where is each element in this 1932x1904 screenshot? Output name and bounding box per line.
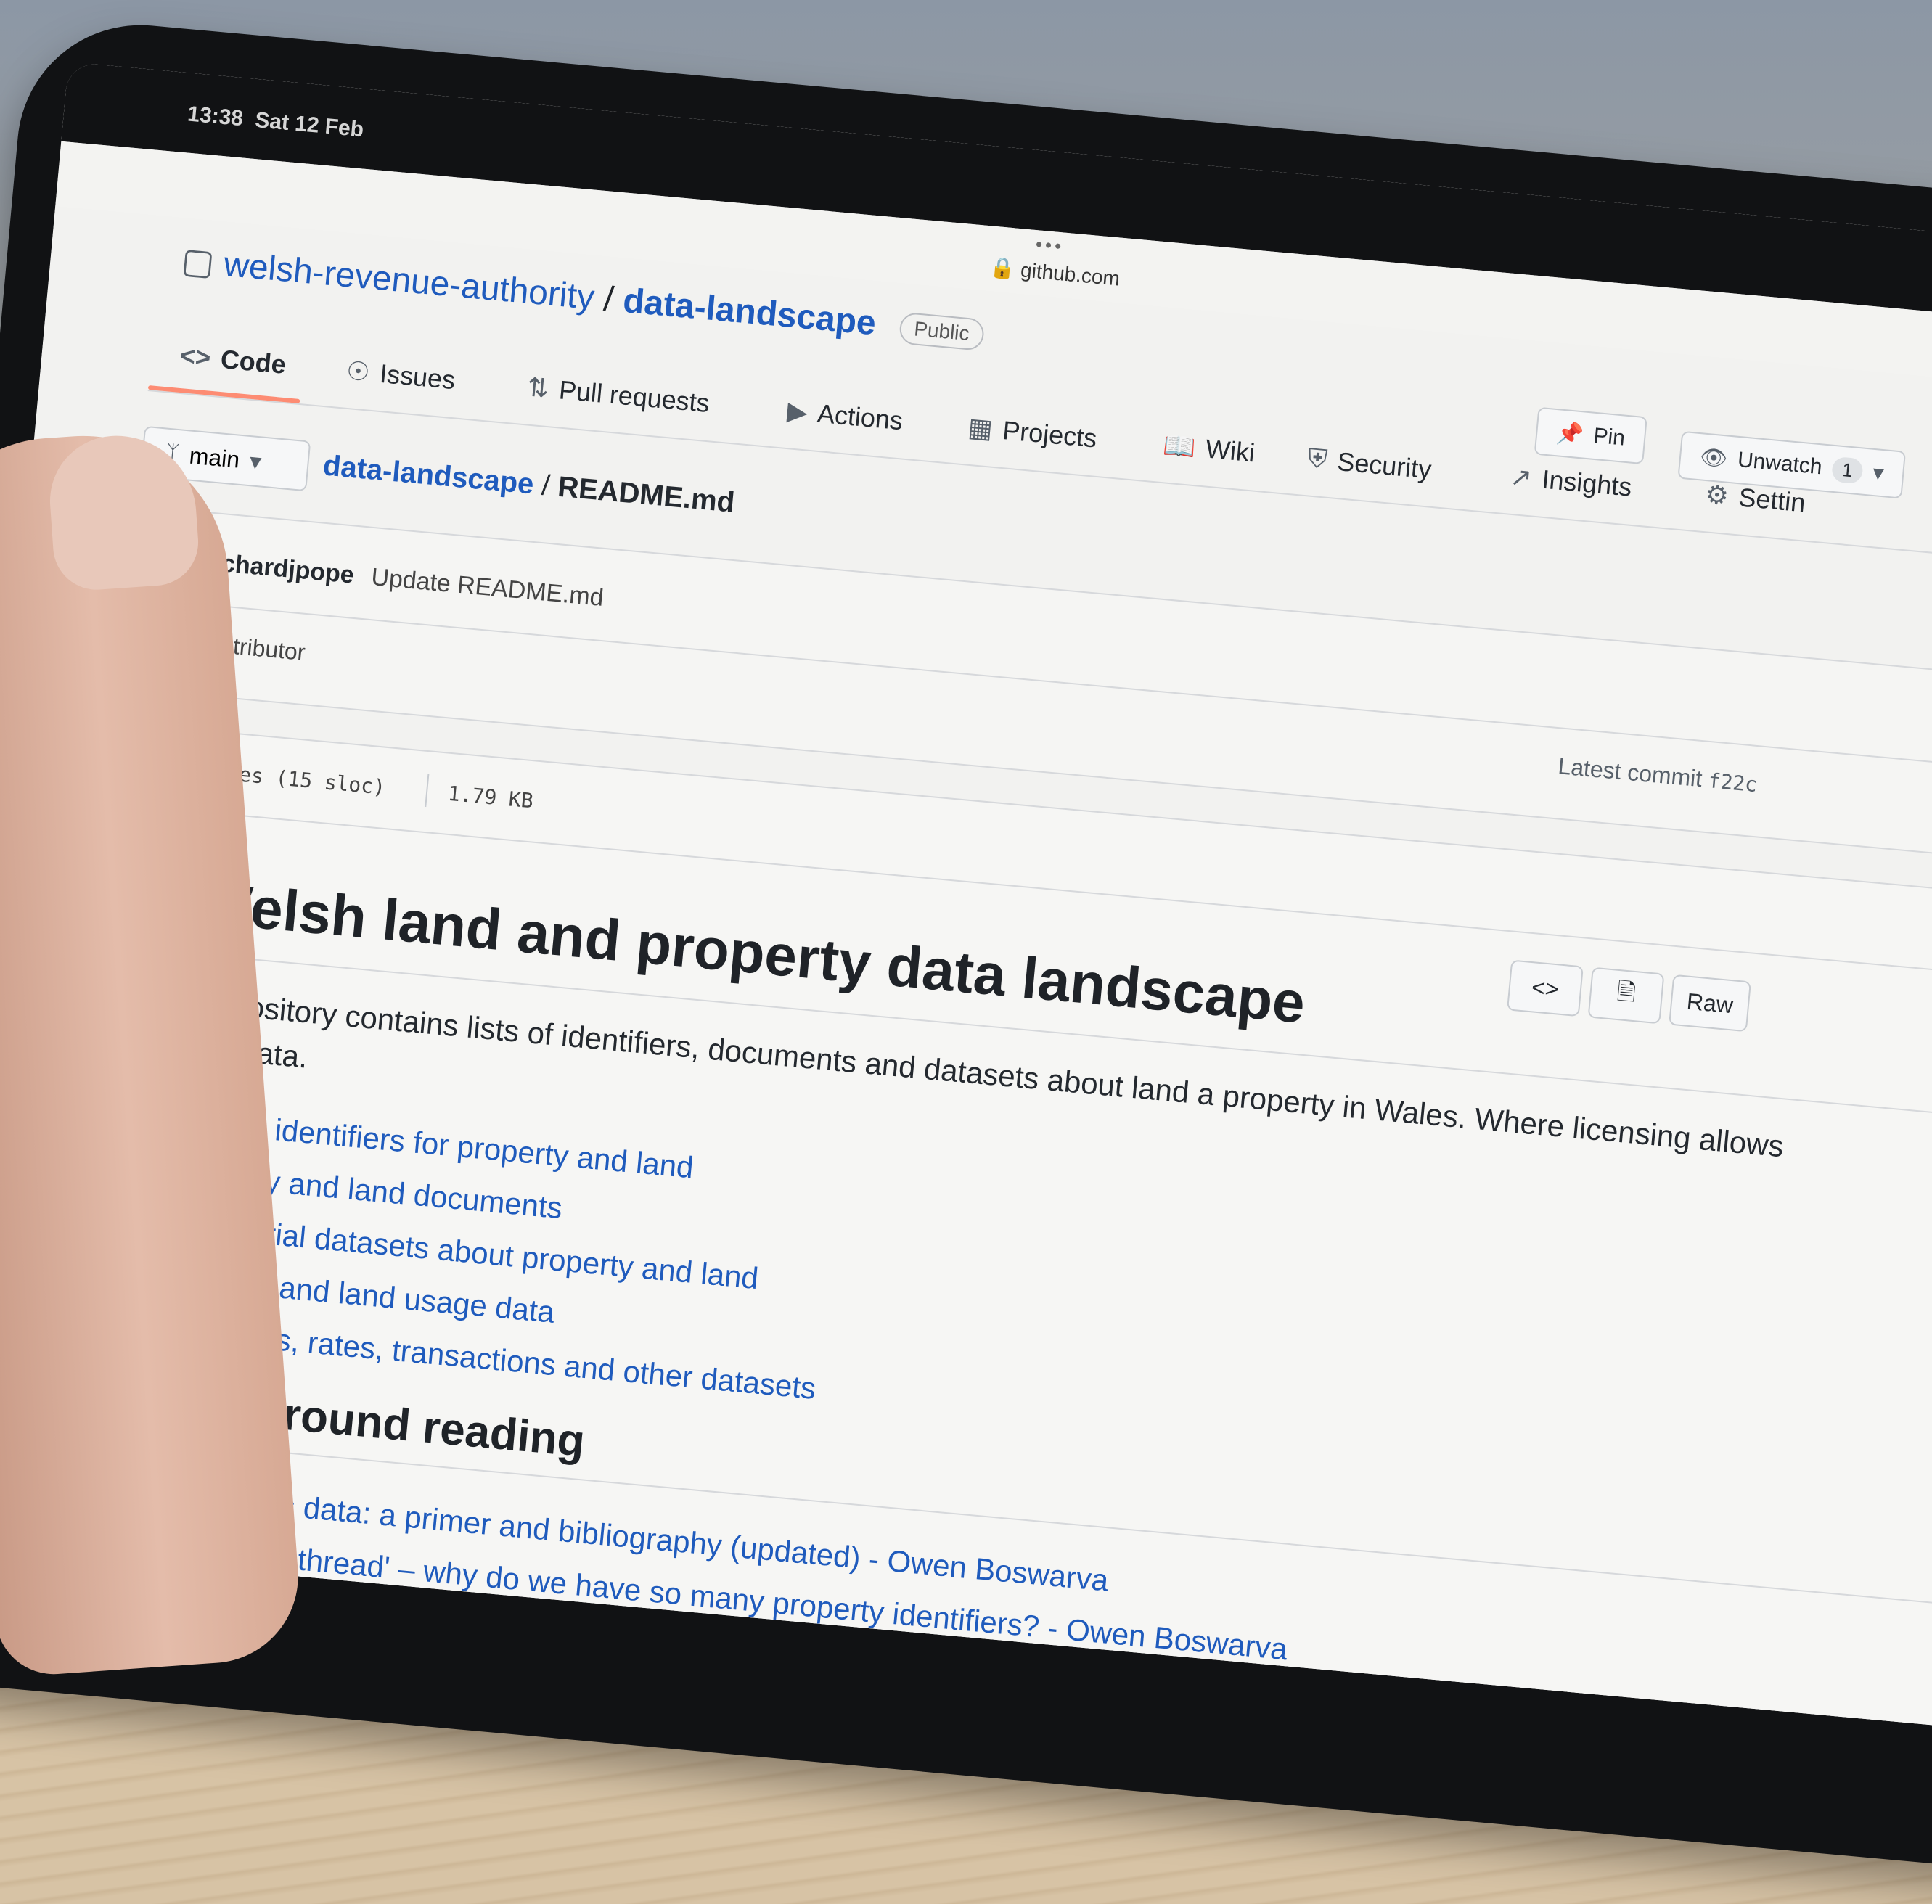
book-icon: 📖 bbox=[1161, 430, 1198, 463]
tab-code[interactable]: <> Code bbox=[179, 340, 287, 380]
code-icon: <> bbox=[179, 340, 213, 373]
status-time: 13:38 Sat 12 Feb bbox=[186, 102, 365, 142]
file-size: 1.79 KB bbox=[446, 781, 535, 813]
graph-icon: ↗ bbox=[1508, 461, 1534, 493]
tab-issues[interactable]: ☉ Issues bbox=[345, 356, 457, 395]
pin-icon: 📌 bbox=[1555, 420, 1585, 447]
chevron-down-icon: ▾ bbox=[248, 448, 263, 475]
url-text: github.com bbox=[1019, 258, 1121, 290]
header-separator bbox=[425, 774, 430, 808]
lock-icon: 🔒 bbox=[988, 255, 1017, 281]
commit-message-link[interactable]: Update README.md bbox=[370, 563, 605, 612]
tab-settings[interactable]: ⚙ Settin bbox=[1703, 479, 1806, 518]
table-icon: ▦ bbox=[966, 411, 994, 444]
latest-commit-info: Latest commit f22c bbox=[1557, 752, 1759, 797]
file-viewer: ☰ 19 lines (15 sloc) 1.79 KB <> 🗎 Raw bbox=[24, 721, 1932, 1734]
tab-actions[interactable]: ▶ Actions bbox=[786, 395, 904, 436]
gear-icon: ⚙ bbox=[1703, 479, 1730, 511]
tab-insights[interactable]: ↗ Insights bbox=[1509, 461, 1633, 503]
breadcrumb: data-landscape / README.md bbox=[322, 449, 736, 519]
breadcrumb-repo-link[interactable]: data-landscape bbox=[322, 449, 535, 500]
repo-separator: / bbox=[602, 279, 615, 319]
breadcrumb-file: README.md bbox=[556, 470, 737, 519]
home-indicator[interactable] bbox=[755, 1712, 1104, 1734]
commit-sha-link[interactable]: f22c bbox=[1707, 768, 1758, 797]
tab-projects[interactable]: ▦ Projects bbox=[967, 412, 1098, 454]
photo-scene: 13:38 Sat 12 Feb ••• 🔒 github.com ▢ wels… bbox=[0, 0, 1932, 1904]
tab-pull-requests[interactable]: ⇅ Pull requests bbox=[525, 372, 711, 419]
tab-wiki[interactable]: 📖 Wiki bbox=[1162, 430, 1256, 468]
repo-owner-link[interactable]: welsh-revenue-authority bbox=[222, 245, 596, 317]
active-tab-indicator bbox=[147, 385, 300, 404]
shield-icon: ⛨ bbox=[1306, 443, 1329, 475]
repo-name-link[interactable]: data-landscape bbox=[621, 282, 877, 342]
breadcrumb-separator: / bbox=[540, 469, 552, 502]
address-bar[interactable]: 🔒 github.com bbox=[988, 255, 1121, 290]
issue-icon: ☉ bbox=[345, 355, 372, 387]
multitasking-dots[interactable]: ••• bbox=[1035, 233, 1065, 258]
pull-request-icon: ⇅ bbox=[525, 372, 551, 403]
visibility-badge: Public bbox=[898, 311, 986, 352]
play-icon: ▶ bbox=[786, 395, 809, 427]
tab-security[interactable]: ⛨ Security bbox=[1306, 443, 1433, 485]
repo-icon: ▢ bbox=[179, 241, 216, 283]
